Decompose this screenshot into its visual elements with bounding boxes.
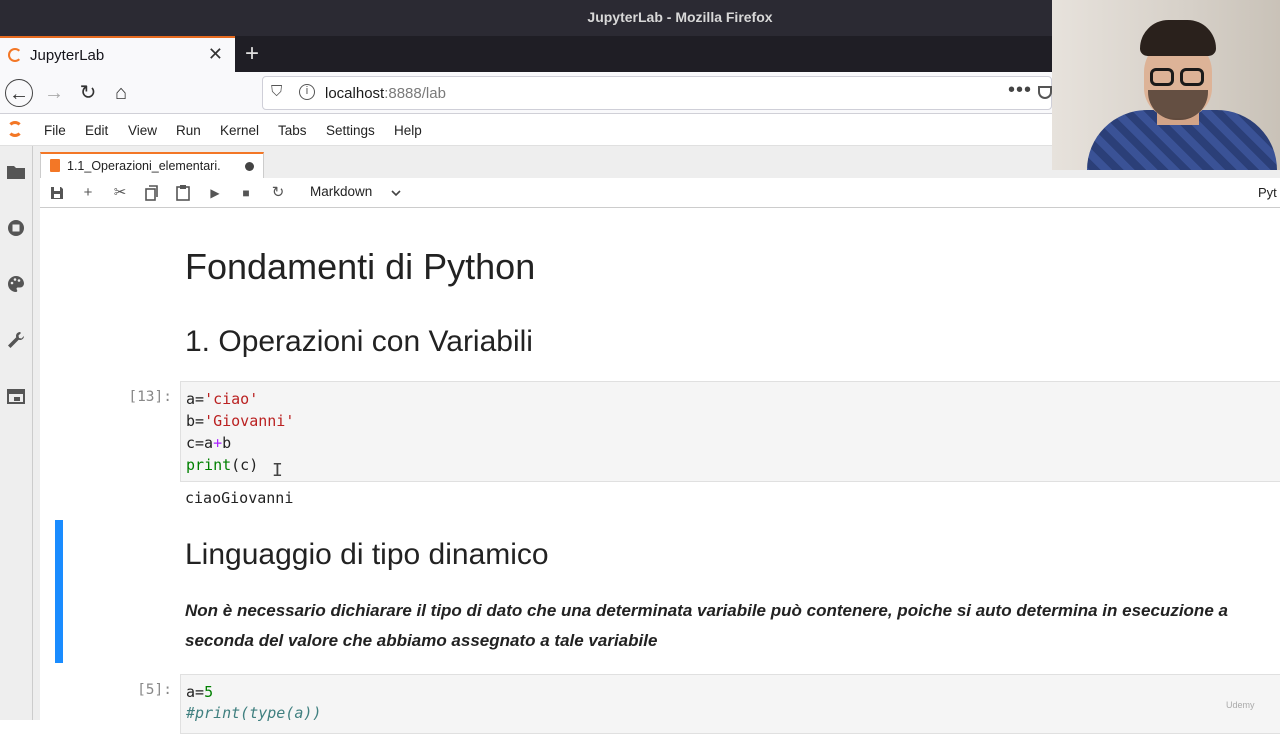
- menu-settings[interactable]: Settings: [326, 123, 375, 138]
- heading-operazioni: 1. Operazioni con Variabili: [185, 325, 533, 358]
- menu-file[interactable]: File: [44, 123, 66, 138]
- notebook-tab[interactable]: 1.1_Operazioni_elementari.: [40, 152, 264, 178]
- restart-icon[interactable]: ↻: [267, 182, 289, 204]
- presenter-hair: [1140, 20, 1216, 56]
- notebook-tab-label: 1.1_Operazioni_elementari.: [67, 159, 221, 173]
- webcam-overlay: [1052, 0, 1280, 170]
- menu-tabs[interactable]: Tabs: [278, 123, 307, 138]
- notebook-toolbar: + ✂ ▶ ■ ↻ Markdown Pyt: [40, 178, 1280, 208]
- heading-fondamenti: Fondamenti di Python: [185, 246, 536, 287]
- url-host: localhost: [325, 85, 385, 102]
- url-bar[interactable]: ⛉ i localhost:8888/lab •••: [262, 76, 1052, 110]
- menu-run[interactable]: Run: [176, 123, 201, 138]
- folder-icon[interactable]: [6, 162, 26, 182]
- cell-output: ciaoGiovanni: [185, 489, 294, 507]
- active-cell-indicator[interactable]: [55, 520, 63, 663]
- paragraph-line: seconda del valore che abbiamo assegnato…: [185, 631, 658, 650]
- unsaved-dot-icon[interactable]: [245, 162, 254, 171]
- text-cursor-icon: I: [272, 460, 283, 481]
- add-cell-icon[interactable]: +: [77, 182, 99, 204]
- paragraph-line: Non è necessario dichiarare il tipo di d…: [185, 601, 1228, 620]
- cell-type-select[interactable]: Markdown: [310, 184, 372, 199]
- cell-prompt: [5]:: [137, 682, 172, 698]
- code-string: 'Giovanni': [204, 412, 295, 430]
- back-arrow-icon[interactable]: ←: [5, 79, 33, 107]
- new-tab-icon[interactable]: +: [242, 40, 262, 68]
- code-number: 5: [204, 683, 214, 701]
- forward-arrow-icon[interactable]: →: [40, 79, 68, 107]
- home-icon[interactable]: ⌂: [107, 79, 135, 107]
- jupyter-logo-icon: [7, 121, 23, 137]
- running-kernels-icon[interactable]: [6, 218, 26, 238]
- menu-kernel[interactable]: Kernel: [220, 123, 259, 138]
- stop-icon[interactable]: ■: [235, 182, 257, 204]
- code-builtin: print: [186, 456, 232, 474]
- code-cell-1[interactable]: a='ciao' b='Giovanni' c=a+b print(c): [180, 381, 1280, 482]
- reload-icon[interactable]: ↻: [74, 79, 102, 107]
- menu-view[interactable]: View: [128, 123, 157, 138]
- code-line: a=5: [186, 683, 213, 701]
- site-info-icon[interactable]: i: [299, 84, 315, 100]
- code-line: #print(type(a)): [186, 704, 321, 722]
- browser-tab-label: JupyterLab: [30, 47, 105, 64]
- code-token: b: [222, 434, 232, 452]
- wrench-icon[interactable]: [6, 330, 26, 350]
- jupyter-favicon-icon: [8, 48, 22, 62]
- chevron-down-icon[interactable]: [390, 182, 402, 204]
- code-line: a='ciao': [186, 390, 258, 408]
- palette-icon[interactable]: [6, 274, 26, 294]
- page-actions-icon[interactable]: •••: [1008, 79, 1032, 102]
- menu-edit[interactable]: Edit: [85, 123, 108, 138]
- copy-icon[interactable]: [140, 182, 162, 204]
- cut-icon[interactable]: ✂: [109, 182, 131, 204]
- close-tab-icon[interactable]: ✕: [208, 44, 223, 65]
- code-token: a=: [186, 390, 205, 408]
- cell-prompt: [13]:: [128, 389, 172, 405]
- kernel-name[interactable]: Pyt: [1258, 185, 1277, 200]
- code-line: print(c): [186, 456, 258, 474]
- tabs-icon[interactable]: [6, 386, 26, 406]
- pocket-icon[interactable]: [1038, 86, 1052, 99]
- udemy-watermark: Udemy: [1226, 700, 1255, 710]
- code-token: c=a: [186, 434, 214, 452]
- heading-linguaggio: Linguaggio di tipo dinamico: [185, 538, 549, 571]
- left-sidebar: [0, 146, 33, 720]
- run-icon[interactable]: ▶: [204, 182, 226, 204]
- save-icon[interactable]: [46, 182, 68, 204]
- code-operator: +: [213, 434, 223, 452]
- code-line: b='Giovanni': [186, 412, 294, 430]
- code-token: b=: [186, 412, 205, 430]
- presenter-glasses: [1150, 68, 1206, 88]
- browser-tab-jupyterlab[interactable]: JupyterLab ✕: [0, 36, 235, 72]
- code-string: 'ciao': [204, 390, 259, 408]
- url-text[interactable]: localhost:8888/lab: [325, 85, 446, 102]
- url-port-path: :8888/lab: [384, 85, 446, 102]
- code-comment: #print(type(a)): [186, 704, 322, 722]
- tracking-shield-icon[interactable]: ⛉: [271, 83, 282, 100]
- paste-icon[interactable]: [172, 182, 194, 204]
- code-cell-2[interactable]: a=5 #print(type(a)): [180, 674, 1280, 734]
- menu-help[interactable]: Help: [394, 123, 422, 138]
- code-token: (c): [231, 456, 259, 474]
- code-line: c=a+b: [186, 434, 231, 452]
- notebook-icon: [50, 159, 60, 172]
- code-token: a=: [186, 683, 205, 701]
